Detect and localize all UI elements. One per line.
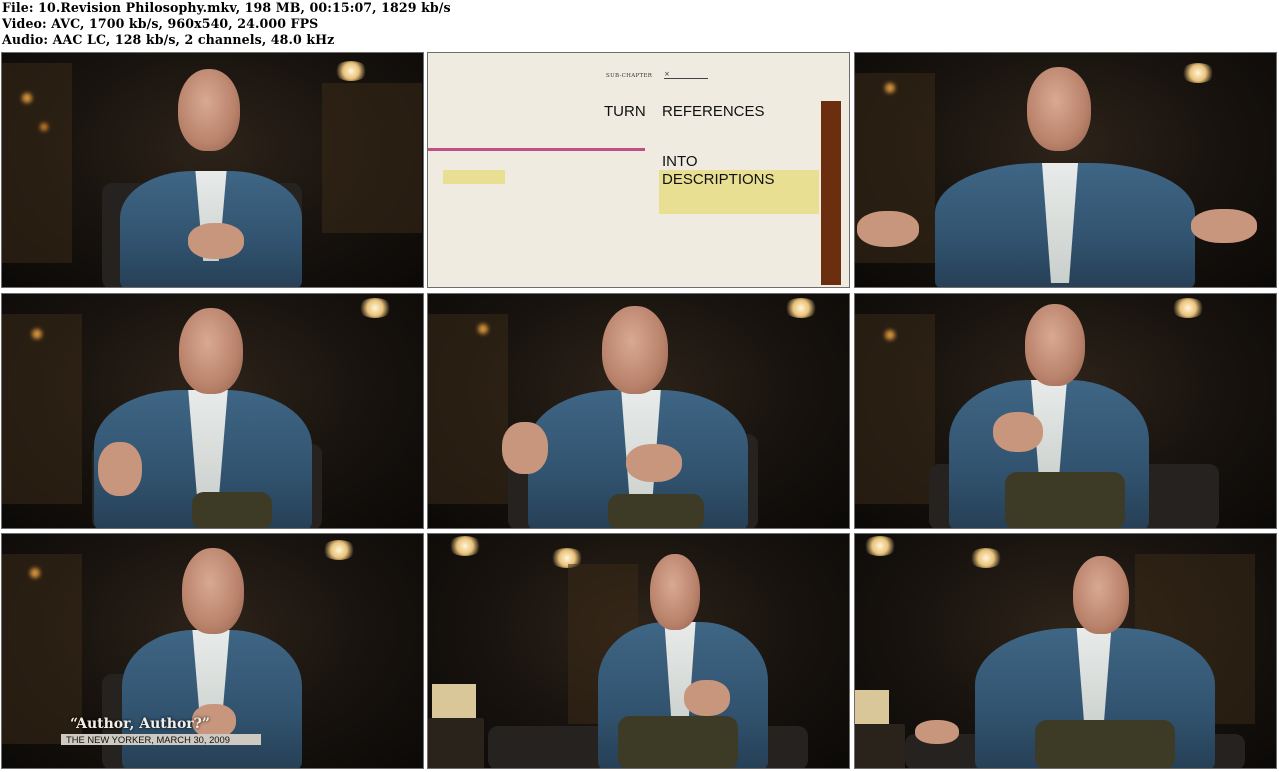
video-info-line: Video: AVC, 1700 kb/s, 960x540, 24.000 F… xyxy=(2,16,319,31)
file-info-line: File: 10.Revision Philosophy.mkv, 198 MB… xyxy=(2,0,451,15)
file-info-header: File: 10.Revision Philosophy.mkv, 198 MB… xyxy=(2,0,1277,50)
thumbnail-7[interactable]: “Author, Author?” THE NEW YORKER, MARCH … xyxy=(1,533,424,769)
sub-chapter-underline xyxy=(664,78,708,79)
card-word-references: REFERENCES xyxy=(662,103,765,120)
thumbnail-6[interactable] xyxy=(854,293,1277,529)
title-card-thumbnail[interactable]: SUB-CHAPTER × TURN REFERENCES INTO DESCR… xyxy=(427,52,850,288)
card-word-into: INTO xyxy=(662,153,698,170)
thumbnail-3[interactable] xyxy=(854,52,1277,288)
sub-chapter-label: SUB-CHAPTER xyxy=(606,73,653,79)
thumbnail-1[interactable] xyxy=(1,52,424,288)
thumbnail-9[interactable] xyxy=(854,533,1277,769)
x-mark: × xyxy=(664,70,670,78)
yellow-highlight-small xyxy=(443,170,505,184)
card-word-turn: TURN xyxy=(604,103,646,120)
caption-quote: “Author, Author?” xyxy=(70,716,210,732)
thumbnail-5[interactable] xyxy=(427,293,850,529)
audio-info-line: Audio: AAC LC, 128 kb/s, 2 channels, 48.… xyxy=(2,32,335,47)
thumbnail-8[interactable] xyxy=(427,533,850,769)
caption-source: THE NEW YORKER, MARCH 30, 2009 xyxy=(66,734,230,745)
brown-bar xyxy=(821,101,841,285)
pink-rule xyxy=(428,148,645,151)
thumbnail-4[interactable] xyxy=(1,293,424,529)
card-word-descriptions: DESCRIPTIONS xyxy=(662,171,775,188)
